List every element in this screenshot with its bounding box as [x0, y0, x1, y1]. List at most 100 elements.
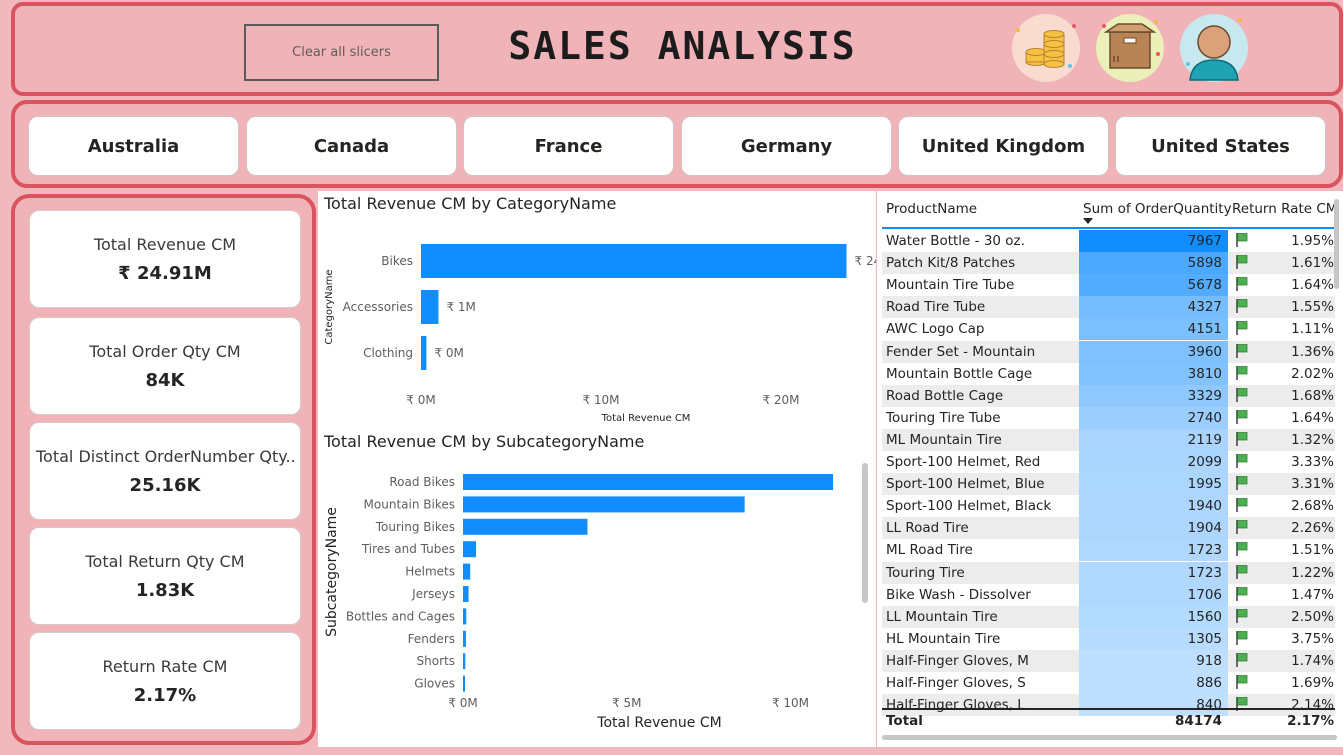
product-name-cell: Patch Kit/8 Patches	[886, 255, 1016, 272]
bar-touring-bikes	[463, 518, 588, 535]
table-row[interactable]: Bike Wash - Dissolver 1706 1.47%	[882, 583, 1335, 606]
category-label: Accessories	[343, 300, 413, 314]
table-row[interactable]: Patch Kit/8 Patches 5898 1.61%	[882, 252, 1335, 275]
slicer-canada[interactable]: Canada	[246, 116, 457, 176]
category-label: Mountain Bikes	[364, 497, 455, 511]
bar-clothing	[421, 336, 427, 370]
x-axis-title: Total Revenue CM	[601, 413, 691, 424]
kpi-label: Total Order Qty CM	[89, 342, 241, 361]
kpi-panel: Total Revenue CM ₹ 24.91M Total Order Qt…	[11, 194, 316, 745]
table-row[interactable]: AWC Logo Cap 4151 1.11%	[882, 318, 1335, 341]
slicer-united-kingdom[interactable]: United Kingdom	[898, 116, 1109, 176]
return-rate-cell: 1.69%	[1291, 675, 1334, 691]
table-row[interactable]: Fender Set - Mountain 3960 1.36%	[882, 340, 1335, 363]
slicer-france[interactable]: France	[463, 116, 674, 176]
page-title: SALES ANALYSIS	[508, 24, 857, 68]
y-axis-title: SubcategoryName	[324, 507, 340, 637]
kpi-label: Total Return Qty CM	[85, 552, 245, 571]
product-name-cell: Sport-100 Helmet, Blue	[886, 476, 1045, 493]
product-name-cell: Touring Tire Tube	[886, 409, 1001, 426]
x-tick-label: ₹ 20M	[762, 393, 799, 407]
table-vertical-scrollbar[interactable]	[1334, 199, 1339, 289]
user-avatar-icon	[1180, 14, 1248, 82]
order-qty-cell: 2119	[1187, 431, 1222, 448]
column-header-return-rate[interactable]: Return Rate CM	[1232, 201, 1337, 217]
table-horizontal-scrollbar[interactable]	[882, 735, 1337, 740]
return-rate-cell: 1.68%	[1291, 387, 1334, 404]
x-tick-label: ₹ 10M	[582, 393, 619, 407]
table-row[interactable]: Touring Tire 1723 1.22%	[882, 561, 1335, 584]
return-rate-cell: 1.51%	[1291, 542, 1334, 559]
category-label: Touring Bikes	[375, 520, 455, 534]
table-row[interactable]: Touring Tire Tube 2740 1.64%	[882, 406, 1335, 429]
table-row[interactable]: Road Bottle Cage 3329 1.68%	[882, 384, 1335, 407]
table-row[interactable]: Sport-100 Helmet, Red 2099 3.33%	[882, 451, 1335, 473]
order-qty-cell: 7967	[1187, 233, 1222, 249]
x-tick-label: ₹ 5M	[612, 696, 641, 710]
product-table: ProductName Sum of OrderQuantity Return …	[877, 191, 1343, 747]
table-row[interactable]: Road Tire Tube 4327 1.55%	[882, 296, 1335, 319]
table-row[interactable]: LL Mountain Tire 1560 2.50%	[882, 605, 1335, 628]
table-row[interactable]: Mountain Tire Tube 5678 1.64%	[882, 274, 1335, 297]
category-label: Jerseys	[411, 587, 455, 601]
table-row[interactable]: ML Mountain Tire 2119 1.32%	[882, 428, 1335, 451]
column-header-order-qty[interactable]: Sum of OrderQuantity	[1083, 201, 1232, 217]
kpi-value: ₹ 24.91M	[118, 263, 212, 284]
order-qty-cell: 886	[1196, 675, 1222, 691]
order-qty-cell: 1560	[1187, 608, 1222, 625]
return-rate-cell: 1.64%	[1291, 277, 1334, 294]
category-label: Fenders	[408, 632, 455, 646]
table-row[interactable]: LL Road Tire 1904 2.26%	[882, 517, 1335, 540]
y-axis-title: CategoryName	[324, 269, 335, 344]
order-qty-cell: 1995	[1187, 476, 1222, 493]
return-rate-cell: 3.33%	[1291, 454, 1334, 470]
return-rate-cell: 3.75%	[1291, 630, 1334, 647]
return-rate-cell: 1.64%	[1291, 409, 1334, 426]
return-rate-cell: 2.26%	[1291, 520, 1334, 537]
table-row[interactable]: Sport-100 Helmet, Blue 1995 3.31%	[882, 473, 1335, 496]
order-qty-cell: 1706	[1187, 586, 1222, 603]
slicer-germany[interactable]: Germany	[681, 116, 892, 176]
chart-scrollbar[interactable]	[862, 463, 868, 603]
sort-desc-icon	[1083, 218, 1093, 224]
order-qty-cell: 1940	[1187, 498, 1222, 515]
order-qty-cell: 1904	[1187, 520, 1222, 537]
product-name-cell: ML Road Tire	[886, 542, 973, 559]
product-name-cell: Half-Finger Gloves, M	[886, 652, 1029, 669]
header-divider	[882, 227, 1335, 229]
column-header-product[interactable]: ProductName	[886, 201, 977, 217]
data-label: ₹ 0M	[434, 346, 463, 360]
return-rate-cell: 1.32%	[1291, 431, 1334, 448]
table-row[interactable]: Half-Finger Gloves, M 918 1.74%	[882, 649, 1335, 672]
category-label: Shorts	[417, 654, 455, 668]
table-row[interactable]: Half-Finger Gloves, S 886 1.69%	[882, 672, 1335, 694]
bar-tires-and-tubes	[463, 541, 477, 558]
subcategory-bar-chart: Road Bikes Mountain Bikes Touring Bikes Tir…	[324, 474, 834, 731]
table-row[interactable]: Sport-100 Helmet, Black 1940 2.68%	[882, 495, 1335, 518]
chart-title-subcategory: Total Revenue CM by SubcategoryName	[324, 432, 645, 451]
slicer-australia[interactable]: Australia	[28, 116, 239, 176]
order-qty-cell: 3329	[1187, 387, 1222, 404]
package-icon	[1096, 14, 1164, 82]
bar-road-bikes	[463, 474, 834, 490]
return-rate-cell: 1.47%	[1291, 586, 1334, 603]
kpi-card-return-rate: Return Rate CM 2.17%	[29, 632, 301, 730]
return-rate-cell: 1.11%	[1291, 321, 1334, 338]
return-rate-cell: 1.22%	[1291, 564, 1334, 581]
category-bar-chart: Bikes ₹ 24M Accessories ₹ 1M Clothing ₹ 0M ₹ 0…	[324, 244, 876, 424]
total-qty: 84174	[1175, 713, 1222, 729]
order-qty-cell: 2740	[1187, 409, 1222, 426]
table-row[interactable]: HL Mountain Tire 1305 3.75%	[882, 627, 1335, 650]
product-name-cell: Mountain Tire Tube	[886, 277, 1015, 294]
table-row[interactable]: ML Road Tire 1723 1.51%	[882, 539, 1335, 562]
clear-slicers-button[interactable]: Clear all slicers	[244, 24, 439, 81]
kpi-value: 25.16K	[129, 475, 201, 496]
return-rate-cell: 3.31%	[1291, 476, 1334, 493]
table-row[interactable]: Water Bottle - 30 oz. 7967 1.95%	[882, 230, 1335, 252]
kpi-label: Total Distinct OrderNumber Qty..	[36, 447, 296, 466]
table-row[interactable]: Mountain Bottle Cage 3810 2.02%	[882, 362, 1335, 385]
kpi-value: 1.83K	[135, 580, 195, 601]
slicer-united-states[interactable]: United States	[1115, 116, 1326, 176]
bar-gloves	[463, 675, 465, 692]
category-label: Tires and Tubes	[361, 542, 455, 556]
